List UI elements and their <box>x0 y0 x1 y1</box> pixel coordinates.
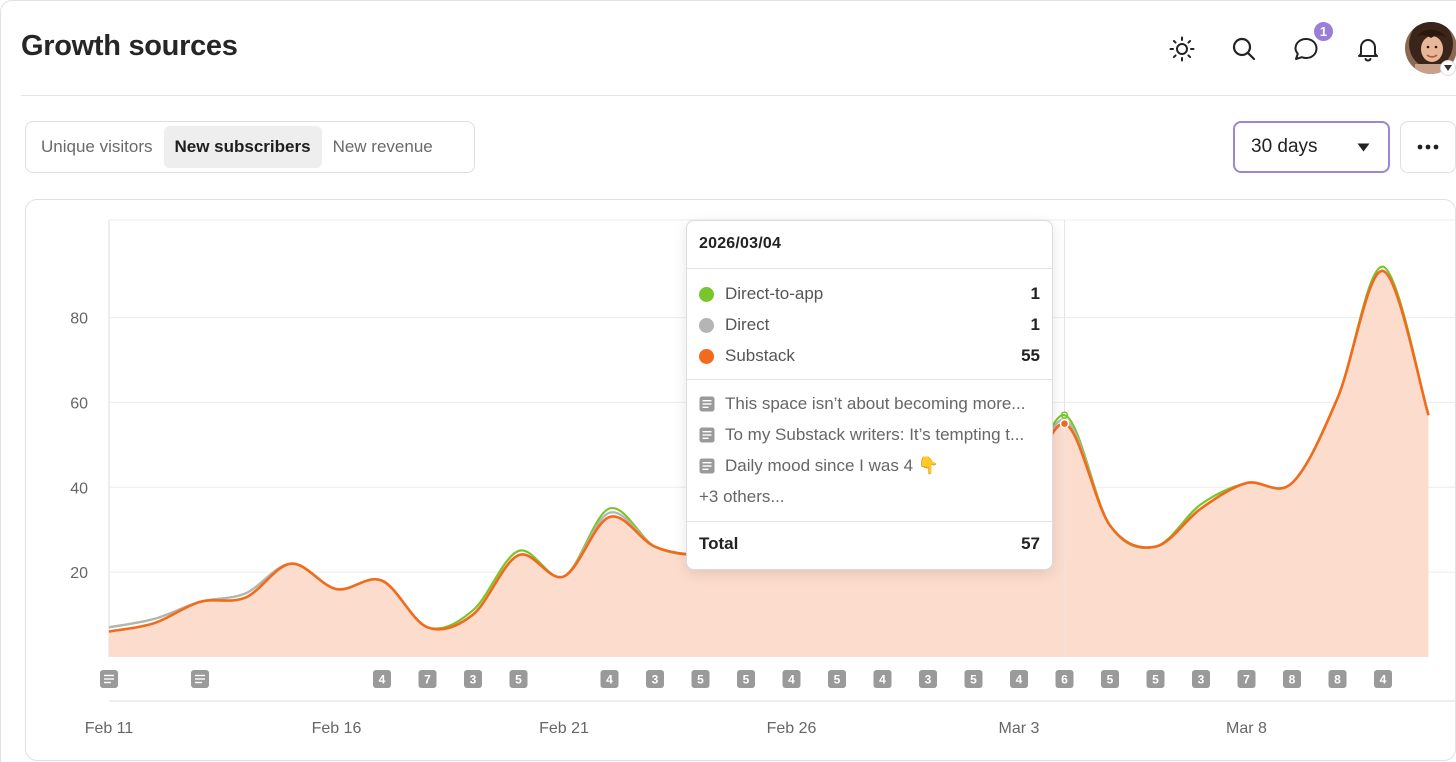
post-marker-count: 5 <box>834 673 841 687</box>
tooltip-post-title: To my Substack writers: It’s tempting t.… <box>725 425 1025 444</box>
x-tick-label: Feb 16 <box>312 720 362 737</box>
post-marker-count: 4 <box>606 673 613 687</box>
notification-badge: 1 <box>1312 20 1335 43</box>
post-marker-glyph <box>195 674 205 677</box>
tooltip-more-posts: +3 others... <box>699 487 785 506</box>
post-marker-count: 5 <box>1152 673 1159 687</box>
page-title: Growth sources <box>21 30 238 62</box>
post-marker-glyph <box>104 674 114 677</box>
tooltip-post: To my Substack writers: It’s tempting t.… <box>699 423 1040 447</box>
post-marker-count: 3 <box>1198 673 1205 687</box>
metric-tabs: Unique visitors New subscribers New reve… <box>25 121 475 173</box>
post-marker-count: 4 <box>879 673 886 687</box>
x-tick-label: Feb 21 <box>539 720 589 737</box>
tooltip-post-title: This space isn’t about becoming more... <box>725 394 1026 413</box>
x-tick-label: Feb 11 <box>85 720 134 737</box>
document-icon <box>699 396 715 412</box>
sun-icon[interactable] <box>1167 34 1197 64</box>
y-tick-label: 80 <box>70 311 88 328</box>
tooltip-total: Total 57 <box>699 534 1040 554</box>
tooltip-total-label: Total <box>699 534 739 553</box>
post-marker-count: 5 <box>697 673 704 687</box>
tooltip-total-value: 57 <box>1021 534 1040 553</box>
chart-tooltip: 2026/03/04 Direct-to-app 1 Direct 1 Subs… <box>686 220 1053 570</box>
tooltip-post: Daily mood since I was 4 👇 <box>699 454 1040 478</box>
header-divider <box>21 95 1456 96</box>
x-tick-label: Mar 8 <box>1226 720 1267 737</box>
post-marker-glyph <box>104 681 111 684</box>
bell-icon[interactable] <box>1353 34 1383 64</box>
post-marker-count: 4 <box>1016 673 1023 687</box>
x-tick-label: Mar 3 <box>999 720 1040 737</box>
direct-swatch <box>699 317 714 333</box>
document-icon <box>699 458 715 474</box>
caret-down-icon <box>1357 143 1370 152</box>
post-marker-count: 4 <box>788 673 795 687</box>
tooltip-row-label: Direct <box>725 315 770 334</box>
tooltip-post: This space isn’t about becoming more... <box>699 392 1040 416</box>
y-tick-label: 60 <box>70 395 88 412</box>
tooltip-date: 2026/03/04 <box>699 235 782 252</box>
x-tick-label: Feb 26 <box>767 720 817 737</box>
post-marker-count: 3 <box>652 673 659 687</box>
post-marker-count: 4 <box>379 673 386 687</box>
document-icon <box>699 427 715 443</box>
search-icon[interactable] <box>1229 34 1259 64</box>
highlight-point-substack <box>1059 418 1070 429</box>
y-tick-label: 40 <box>70 480 88 497</box>
post-marker-glyph <box>195 678 205 680</box>
date-range-value: 30 days <box>1251 136 1318 157</box>
post-marker-count: 5 <box>970 673 977 687</box>
post-marker-count: 6 <box>1061 673 1068 687</box>
date-range-select[interactable]: 30 days <box>1233 121 1390 173</box>
chevron-down-icon[interactable] <box>1440 60 1456 76</box>
ellipsis-icon <box>1417 144 1439 150</box>
tab-new-subscribers[interactable]: New subscribers <box>163 126 322 168</box>
tab-unique-visitors[interactable]: Unique visitors <box>30 126 164 168</box>
post-marker-glyph <box>104 678 114 680</box>
post-marker-count: 7 <box>424 673 431 687</box>
tooltip-row-direct: Direct 1 <box>699 313 1040 337</box>
tooltip-row-substack: Substack 55 <box>699 344 1040 368</box>
post-marker-glyph <box>195 681 202 684</box>
post-marker-count: 5 <box>743 673 750 687</box>
substack-swatch <box>699 348 714 364</box>
y-tick-label: 20 <box>70 565 88 582</box>
tooltip-row-label: Substack <box>725 346 795 365</box>
post-marker-count: 8 <box>1334 673 1341 687</box>
post-marker-count: 3 <box>470 673 477 687</box>
tooltip-row-value: 1 <box>1030 315 1040 334</box>
post-marker-count: 5 <box>515 673 522 687</box>
tooltip-divider <box>687 268 1052 269</box>
tab-new-revenue[interactable]: New revenue <box>322 126 444 168</box>
post-marker-count: 8 <box>1289 673 1296 687</box>
tooltip-divider <box>687 379 1052 380</box>
post-marker-count: 3 <box>925 673 932 687</box>
tooltip-row-value: 55 <box>1021 346 1040 365</box>
tooltip-row-value: 1 <box>1030 284 1040 303</box>
direct-to-app-swatch <box>699 286 714 302</box>
more-options-button[interactable] <box>1400 121 1456 173</box>
post-marker-count: 5 <box>1107 673 1114 687</box>
post-marker-count: 4 <box>1380 673 1387 687</box>
tooltip-row-direct-to-app: Direct-to-app 1 <box>699 282 1040 306</box>
tooltip-divider <box>687 521 1052 522</box>
tooltip-row-label: Direct-to-app <box>725 284 824 303</box>
post-marker-count: 7 <box>1243 673 1250 687</box>
tooltip-post-title: Daily mood since I was 4 👇 <box>725 456 939 475</box>
